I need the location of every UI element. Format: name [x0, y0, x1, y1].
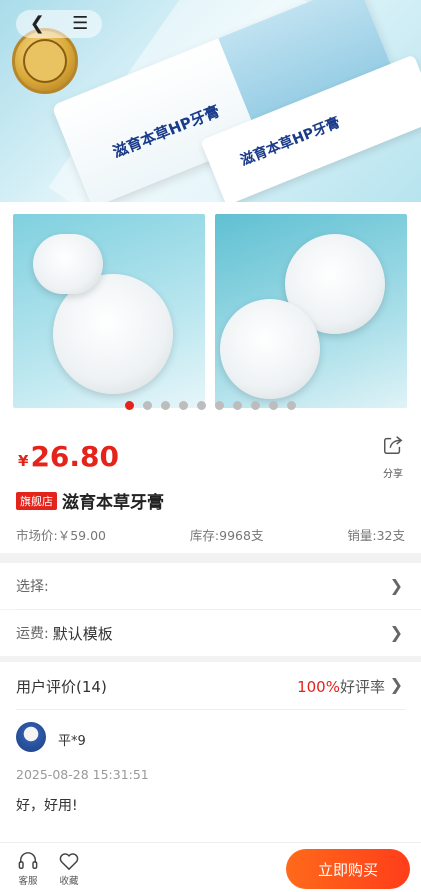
service-label: 客服: [18, 876, 38, 887]
stock-count: 库存:9968支: [189, 528, 264, 543]
gallery-dot[interactable]: [215, 401, 224, 410]
chevron-right-icon: ❯: [389, 576, 403, 595]
store-tag-badge: 旗舰店: [16, 491, 57, 510]
gallery-dot[interactable]: [143, 401, 152, 410]
image-gallery[interactable]: [0, 202, 421, 420]
product-info-section: ¥26.80 分享 旗舰店 滋育本草牙膏 市场价:￥59.00 库存:9968支…: [0, 420, 421, 553]
gallery-dot[interactable]: [233, 401, 242, 410]
good-rate-value: 100%: [297, 678, 340, 696]
title-row: 旗舰店 滋育本草牙膏: [16, 488, 164, 513]
good-rate[interactable]: 100%好评率: [297, 676, 385, 697]
buy-now-button[interactable]: 立即购买: [286, 849, 410, 889]
shipping-value: 默认模板: [52, 624, 113, 643]
gallery-dot[interactable]: [287, 401, 296, 410]
share-icon: [384, 436, 403, 454]
hero-product-image: 滋育本草HP牙膏 滋育本草HP牙膏 ❮ ☰: [0, 0, 421, 202]
review-timestamp: 2025-08-28 15:31:51: [16, 767, 149, 782]
flip-cap-open-shape: [220, 299, 320, 399]
reviews-section: 用户评价(14) 100%好评率 ❯ 平*9 2025-08-28 15:31:…: [0, 662, 421, 842]
gallery-image-cap[interactable]: [215, 214, 407, 408]
favorite-label: 收藏: [59, 876, 79, 887]
gallery-dot[interactable]: [251, 401, 260, 410]
gallery-dot[interactable]: [269, 401, 278, 410]
product-title: 滋育本草牙膏: [62, 493, 164, 513]
gallery-pagination[interactable]: [0, 401, 421, 410]
reviews-heading[interactable]: 用户评价(14): [16, 676, 107, 697]
heart-icon: [59, 853, 79, 870]
hero-tube-label: 滋育本草HP牙膏: [238, 114, 343, 170]
good-rate-label: 好评率: [339, 678, 385, 696]
pump-nozzle-shape: [33, 234, 103, 294]
product-detail-page: 滋育本草HP牙膏 滋育本草HP牙膏 ❮ ☰ ¥26.80 分享 旗舰店 滋育本草…: [0, 0, 421, 892]
product-meta: 市场价:￥59.00 库存:9968支 销量:32支: [16, 525, 405, 544]
chevron-right-icon[interactable]: ❯: [390, 675, 403, 694]
select-option-row[interactable]: 选择: ❯: [0, 563, 421, 609]
price-value: 26.80: [30, 440, 120, 473]
avatar: [16, 722, 46, 752]
favorite-button[interactable]: 收藏: [51, 851, 87, 887]
select-label: 选择:: [16, 579, 49, 595]
gallery-dot[interactable]: [197, 401, 206, 410]
shipping-label: 运费:: [16, 626, 49, 642]
sales-count: 销量:32支: [347, 528, 405, 543]
price-currency: ¥: [18, 452, 29, 470]
gallery-dot[interactable]: [125, 401, 134, 410]
review-username: 平*9: [58, 734, 86, 749]
gallery-dot[interactable]: [179, 401, 188, 410]
divider: [16, 709, 405, 710]
menu-icon[interactable]: ☰: [72, 10, 88, 38]
headset-icon: [18, 852, 38, 869]
service-button[interactable]: 客服: [10, 851, 46, 887]
price: ¥26.80: [18, 440, 119, 473]
share-button[interactable]: 分享: [378, 434, 408, 480]
chevron-right-icon: ❯: [389, 623, 403, 642]
market-price: 市场价:￥59.00: [16, 528, 106, 543]
nav-capsule: ❮ ☰: [16, 10, 102, 38]
shipping-row[interactable]: 运费: 默认模板 ❯: [0, 610, 421, 656]
award-seal-inner: [23, 39, 67, 83]
share-label: 分享: [383, 469, 403, 480]
bottom-action-bar: 客服 收藏 立即购买: [0, 842, 421, 892]
back-icon[interactable]: ❮: [30, 10, 45, 38]
gallery-image-pump[interactable]: [13, 214, 205, 408]
gallery-dot[interactable]: [161, 401, 170, 410]
review-text: 好，好用!: [16, 798, 78, 814]
